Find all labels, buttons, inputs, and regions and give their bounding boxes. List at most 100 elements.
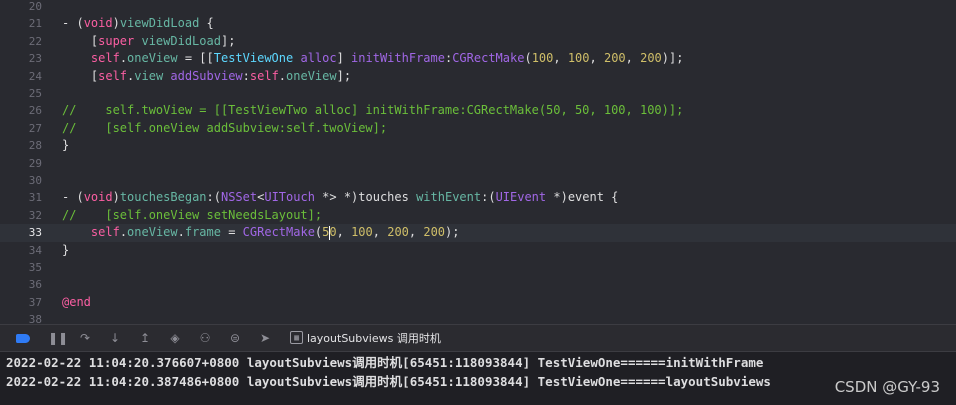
code-token: touchesBegan — [119, 190, 207, 205]
code-token: oneView — [286, 68, 337, 83]
code-token: :( — [481, 190, 496, 205]
line-number[interactable]: 32 — [0, 207, 42, 224]
code-token: [ — [62, 33, 99, 48]
line-number[interactable]: 21 — [0, 15, 42, 32]
code-token: // [self.oneView addSubview:self.twoView… — [62, 120, 388, 135]
code-token: withEvent — [416, 190, 482, 205]
watermark: CSDN @GY-93 — [834, 378, 940, 396]
code-line[interactable]: 35 — [0, 259, 956, 276]
code-token: CGRectMake — [452, 51, 525, 66]
code-text: // [self.oneView addSubview:self.twoView… — [62, 120, 387, 137]
code-line[interactable]: 23 self.oneView = [[TestViewOne alloc] i… — [0, 50, 956, 67]
line-number[interactable]: 37 — [0, 294, 42, 311]
code-token: ]; — [336, 68, 352, 83]
line-number[interactable]: 27 — [0, 120, 42, 137]
debug-console[interactable]: 2022-02-22 11:04:20.376607+0800 layoutSu… — [0, 352, 956, 405]
line-number[interactable]: 26 — [0, 102, 42, 119]
code-token: . — [278, 68, 287, 83]
code-token: viewDidLoad — [119, 16, 200, 31]
line-number[interactable]: 28 — [0, 137, 42, 154]
step-into-icon[interactable]: ↓ — [108, 331, 122, 345]
code-token: NSSet — [220, 190, 258, 205]
code-token: } — [62, 242, 70, 257]
code-token: 200 — [423, 225, 446, 240]
code-token: , — [553, 51, 568, 66]
simulate-location-icon[interactable]: ➤ — [258, 331, 272, 345]
code-line[interactable]: 25 — [0, 85, 956, 102]
line-number[interactable]: 29 — [0, 155, 42, 172]
code-token: } — [62, 138, 70, 153]
line-number[interactable]: 36 — [0, 276, 42, 293]
code-token: // self.twoView = [[TestViewTwo alloc] i… — [62, 103, 684, 118]
line-number[interactable]: 24 — [0, 68, 42, 85]
code-line[interactable]: 37 @end — [0, 294, 956, 311]
step-over-icon[interactable]: ↷ — [78, 331, 92, 345]
code-token: = [[ — [177, 51, 214, 66]
code-token: UITouch — [264, 190, 315, 205]
code-line[interactable]: 24 [self.view addSubview:self.oneView]; — [0, 68, 956, 85]
code-token: @end — [62, 294, 91, 309]
code-text: - (void)viewDidLoad { — [62, 15, 214, 32]
code-token: 200 — [603, 51, 626, 66]
code-line[interactable]: 20 — [0, 0, 956, 15]
code-token: 100 — [351, 225, 373, 240]
code-line[interactable]: 31 - (void)touchesBegan:(NSSet<UITouch *>… — [0, 189, 956, 206]
line-number[interactable]: 35 — [0, 259, 42, 276]
code-line[interactable]: 29 — [0, 155, 956, 172]
line-number[interactable]: 33 — [0, 224, 42, 241]
code-token: UIEvent — [495, 190, 547, 205]
memory-graph-icon[interactable]: ⚇ — [198, 331, 212, 345]
code-token: , — [408, 225, 424, 240]
code-token: 0 — [329, 225, 337, 240]
debug-frame-label[interactable]: layoutSubviews 调用时机 — [307, 331, 441, 346]
line-number[interactable]: 22 — [0, 33, 42, 50]
code-token: alloc — [300, 51, 337, 66]
code-line[interactable]: 21 - (void)viewDidLoad { — [0, 15, 956, 32]
code-token: . — [177, 225, 185, 240]
code-line[interactable]: 36 — [0, 276, 956, 293]
code-line[interactable]: 27 // [self.oneView addSubview:self.twoVi… — [0, 120, 956, 137]
pause-icon[interactable]: ❚❚ — [48, 331, 68, 345]
code-token: 200 — [387, 225, 409, 240]
code-token: [ — [62, 68, 99, 83]
code-editor[interactable]: 20 21- (void)viewDidLoad {22 [super viewD… — [0, 0, 956, 324]
code-text: [super viewDidLoad]; — [62, 33, 236, 50]
code-line[interactable]: 30 — [0, 172, 956, 189]
line-number[interactable]: 25 — [0, 85, 42, 102]
environment-overrides-icon[interactable]: ⊜ — [228, 331, 242, 345]
code-line[interactable]: 26 // self.twoView = [[TestViewTwo alloc]… — [0, 102, 956, 119]
code-line[interactable]: 28} — [0, 137, 956, 154]
line-number[interactable]: 38 — [0, 311, 42, 324]
code-token: ] — [336, 51, 352, 66]
code-token: super — [98, 33, 135, 48]
code-token: )]; — [661, 51, 684, 66]
code-token: frame — [184, 225, 221, 240]
code-token: ) — [112, 16, 120, 31]
code-line[interactable]: 38 — [0, 311, 956, 324]
code-text: // self.twoView = [[TestViewTwo alloc] i… — [62, 102, 683, 119]
code-token: self — [98, 68, 128, 83]
code-text: - (void)touchesBegan:(NSSet<UITouch *> *… — [62, 189, 618, 206]
line-number[interactable]: 23 — [0, 50, 42, 67]
line-number[interactable]: 31 — [0, 189, 42, 206]
code-token: // [self.oneView setNeedsLayout]; — [62, 207, 323, 222]
code-token: : — [242, 68, 250, 83]
code-text: // [self.oneView setNeedsLayout]; — [62, 207, 322, 224]
view-hierarchy-icon[interactable]: ◈ — [168, 331, 182, 345]
code-token: view — [134, 68, 164, 83]
console-line: 2022-02-22 11:04:20.387486+0800 layoutSu… — [6, 374, 771, 389]
code-line[interactable]: 22 [super viewDidLoad]; — [0, 33, 956, 50]
code-token: oneView — [127, 225, 178, 240]
code-line[interactable]: 32 // [self.oneView setNeedsLayout]; — [0, 207, 956, 224]
step-out-icon[interactable]: ↥ — [138, 331, 152, 345]
line-number[interactable]: 34 — [0, 242, 42, 259]
breakpoints-toggle-icon[interactable] — [16, 334, 30, 343]
line-number[interactable]: 30 — [0, 172, 42, 189]
line-number[interactable]: 20 — [0, 0, 42, 15]
code-token: *)event { — [546, 190, 619, 205]
code-token: - ( — [62, 16, 84, 31]
code-line[interactable]: 34} — [0, 242, 956, 259]
code-token: CGRectMake — [242, 225, 315, 240]
current-code-line[interactable]: 33 self.oneView.frame = CGRectMake(50, 1… — [0, 224, 956, 242]
